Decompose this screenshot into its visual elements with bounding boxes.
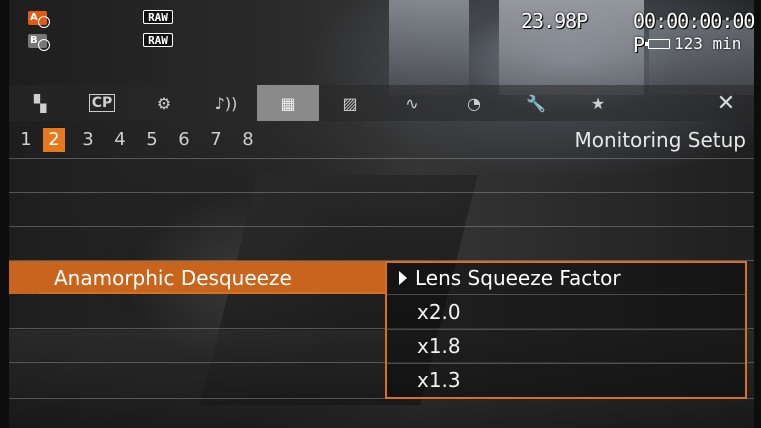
page-5[interactable]: 5 — [141, 128, 163, 152]
tab-audio[interactable]: ♪)) — [195, 85, 257, 121]
system-wrench-icon: 🔧 — [526, 93, 546, 113]
tab-camera-setup[interactable]: ⚙ — [133, 85, 195, 121]
assign-icon: ◔ — [467, 93, 481, 113]
tab-custom-picture[interactable]: CP — [71, 85, 133, 121]
pointer-triangle-icon — [399, 271, 407, 285]
slot-b-label: B — [30, 35, 38, 46]
close-button[interactable]: ✕ — [698, 85, 754, 121]
page-6[interactable]: 6 — [173, 128, 195, 152]
tab-my-menu[interactable]: ★ — [567, 85, 629, 121]
monitoring-icon: ▦ — [280, 93, 296, 113]
popup-title: Lens Squeeze Factor — [415, 266, 621, 290]
tab-system[interactable]: 🔧 — [505, 85, 567, 121]
slot-a-status-badge: A — [28, 11, 50, 28]
waveform-icon: ∿ — [405, 93, 419, 113]
page-2-active[interactable]: 2 — [43, 128, 65, 152]
battery-status: 123 min — [645, 34, 742, 53]
page-7[interactable]: 7 — [205, 128, 227, 152]
frame-rate: 23.98P — [521, 9, 588, 33]
raw-format-badge: RAW — [143, 33, 173, 47]
option-label: x1.3 — [417, 368, 461, 392]
tab-monitoring[interactable]: ▦ — [257, 85, 319, 121]
page-3[interactable]: 3 — [77, 128, 99, 152]
lens-squeeze-popup: Lens Squeeze Factor x2.0 x1.8 x1.3 — [385, 261, 747, 399]
tab-camera[interactable]: ▚ — [9, 85, 71, 121]
option-label: x2.0 — [417, 300, 461, 324]
tab-recording[interactable]: ▨ — [319, 85, 381, 121]
tab-assign[interactable]: ◔ — [443, 85, 505, 121]
menu-item-anamorphic-desqueeze[interactable]: Anamorphic Desqueeze — [54, 266, 292, 290]
page-8[interactable]: 8 — [237, 128, 259, 152]
no-card-icon — [38, 39, 50, 51]
recording-icon: ▨ — [342, 93, 358, 113]
menu-tab-bar: ▚ CP ⚙ ♪)) ▦ ▨ ∿ ◔ 🔧 ★ ✕ — [9, 85, 754, 121]
camera-setup-icon: ⚙ — [156, 93, 172, 113]
close-icon: ✕ — [716, 90, 736, 116]
option-x1-3[interactable]: x1.3 — [387, 364, 745, 398]
battery-icon — [645, 38, 670, 49]
row-divider — [9, 226, 754, 227]
star-icon: ★ — [590, 93, 606, 113]
raw-format-badge: RAW — [143, 10, 173, 24]
row-divider — [9, 192, 754, 193]
page-title: Monitoring Setup — [574, 128, 746, 152]
tab-waveform[interactable]: ∿ — [381, 85, 443, 121]
option-x2-0[interactable]: x2.0 — [387, 296, 745, 330]
page-4[interactable]: 4 — [109, 128, 131, 152]
status-bar: A B RAW RAW 23.98P 00:00:00:00 P 123 min — [9, 0, 754, 60]
page-selector: 1 2 3 4 5 6 7 8 Monitoring Setup — [9, 126, 754, 156]
page-1[interactable]: 1 — [15, 128, 37, 152]
option-x1-8[interactable]: x1.8 — [387, 330, 745, 364]
camera-icon: ▚ — [33, 93, 47, 113]
no-card-icon — [38, 16, 50, 28]
cp-icon: CP — [88, 94, 116, 112]
row-divider — [9, 158, 754, 159]
remaining-time: 123 min — [674, 34, 742, 53]
popup-header: Lens Squeeze Factor — [387, 263, 745, 295]
slot-b-status-badge: B — [28, 34, 50, 51]
option-label: x1.8 — [417, 334, 461, 358]
audio-icon: ♪)) — [214, 93, 238, 113]
slot-a-label: A — [30, 12, 38, 23]
viewfinder-frame: A B RAW RAW 23.98P 00:00:00:00 P 123 min… — [9, 0, 754, 428]
